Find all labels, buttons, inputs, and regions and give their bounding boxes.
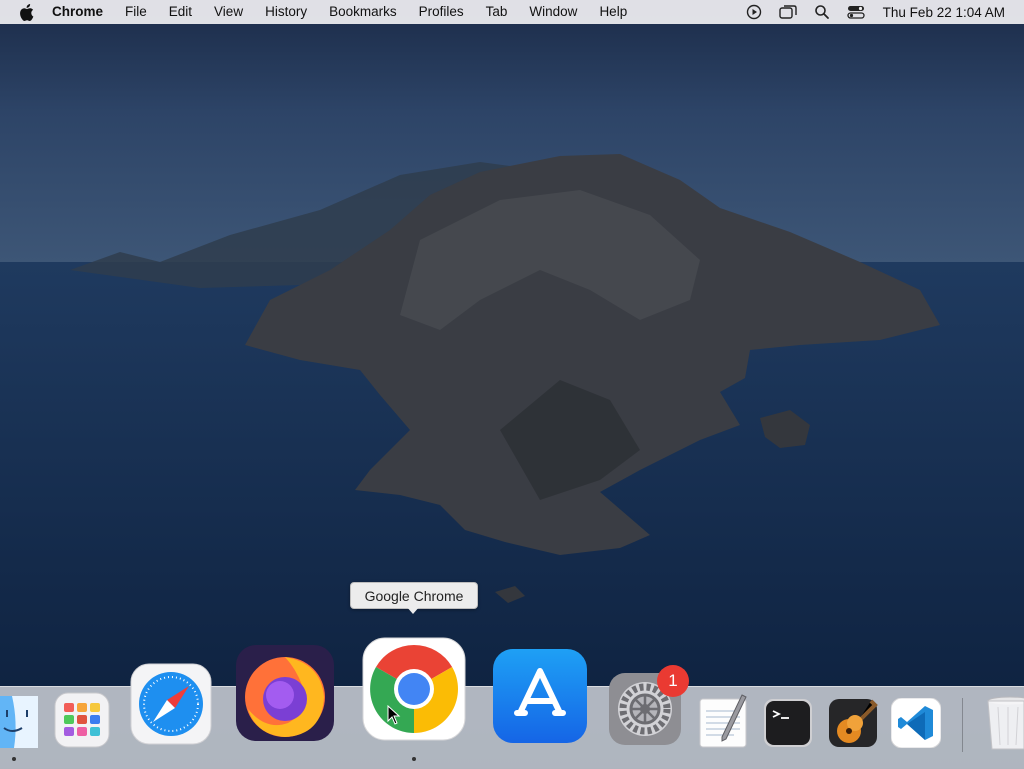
dock-app-app-store[interactable] — [493, 649, 587, 743]
launchpad-icon — [54, 692, 110, 748]
dock-app-safari[interactable] — [130, 663, 212, 745]
play-circle-icon[interactable] — [741, 0, 767, 24]
menu-help[interactable]: Help — [588, 0, 638, 24]
chrome-icon — [362, 637, 466, 741]
app-store-icon — [493, 649, 587, 743]
screen-mirroring-icon[interactable] — [775, 0, 801, 24]
dock-app-terminal[interactable] — [764, 699, 812, 747]
textedit-icon — [699, 694, 747, 748]
menu-bar: Chrome File Edit View History Bookmarks … — [0, 0, 1024, 24]
apple-logo-icon[interactable] — [16, 2, 36, 22]
notification-badge: 1 — [657, 665, 689, 697]
menu-file[interactable]: File — [114, 0, 158, 24]
dock-app-vscode[interactable] — [891, 698, 941, 748]
menu-clock[interactable]: Thu Feb 22 1:04 AM — [873, 5, 1024, 20]
dock-app-chrome[interactable] — [362, 637, 466, 741]
dock-app-launchpad[interactable] — [54, 692, 110, 748]
vscode-icon — [891, 698, 941, 748]
firefox-icon — [236, 645, 334, 741]
tooltip-arrow — [406, 606, 420, 614]
guitar-icon — [829, 699, 878, 747]
running-indicator-finder — [12, 757, 16, 761]
dock-separator — [962, 698, 963, 752]
dock-app-textedit[interactable] — [698, 693, 750, 749]
menu-window[interactable]: Window — [518, 0, 588, 24]
running-indicator-chrome — [412, 757, 416, 761]
dock-app-firefox[interactable] — [236, 645, 334, 743]
menu-profiles[interactable]: Profiles — [408, 0, 475, 24]
menu-history[interactable]: History — [254, 0, 318, 24]
menu-bookmarks[interactable]: Bookmarks — [318, 0, 408, 24]
dock-app-garageband[interactable] — [827, 695, 879, 749]
menu-view[interactable]: View — [203, 0, 254, 24]
menu-edit[interactable]: Edit — [158, 0, 203, 24]
menu-app-name[interactable]: Chrome — [46, 0, 114, 24]
control-center-icon[interactable] — [843, 0, 869, 24]
search-icon[interactable] — [809, 0, 835, 24]
mouse-cursor-icon — [387, 705, 401, 725]
finder-icon — [0, 696, 38, 748]
dock-app-finder[interactable] — [0, 696, 40, 748]
dock-app-trash[interactable] — [986, 695, 1024, 751]
trash-icon — [987, 696, 1024, 750]
dock-tooltip: Google Chrome — [350, 582, 478, 609]
terminal-icon — [764, 699, 812, 747]
menu-tab[interactable]: Tab — [475, 0, 519, 24]
safari-compass-icon — [130, 663, 212, 745]
